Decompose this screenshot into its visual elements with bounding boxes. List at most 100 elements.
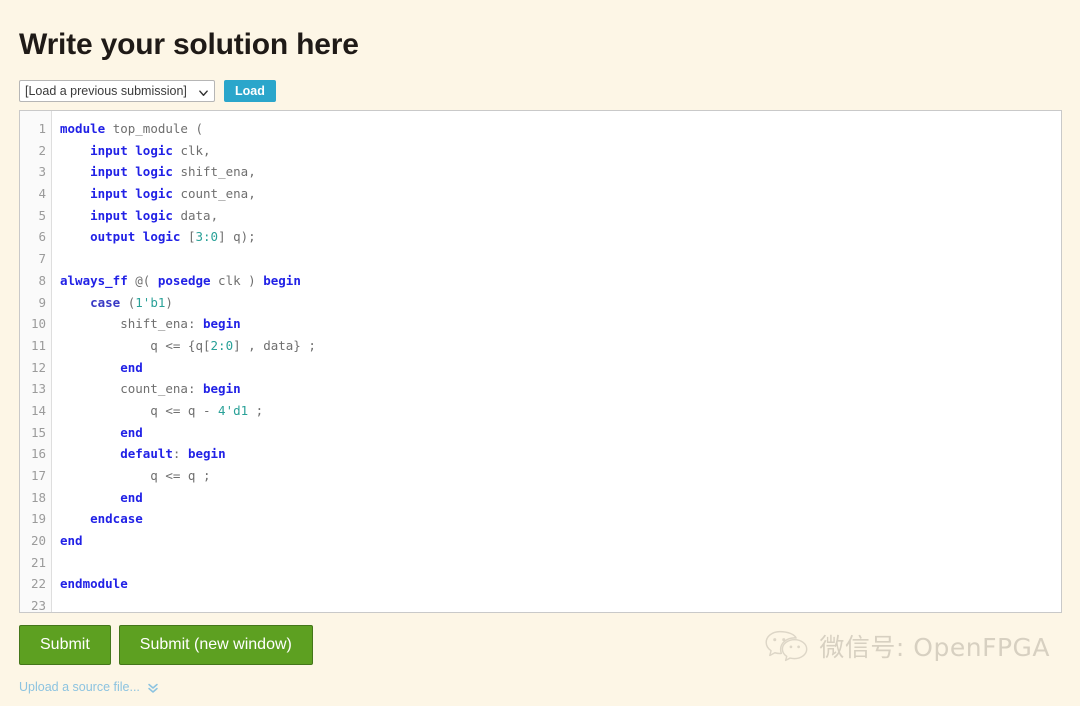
code-line: module top_module (: [60, 118, 1061, 140]
line-number: 2: [20, 140, 51, 162]
code-token: clk ): [211, 273, 264, 288]
code-token: ,: [211, 208, 219, 223]
code-token: ] q);: [218, 229, 256, 244]
upload-source-file-link[interactable]: Upload a source file...: [19, 680, 140, 694]
line-number: 3: [20, 161, 51, 183]
code-token: begin: [203, 381, 241, 396]
line-number: 10: [20, 313, 51, 335]
line-number: 12: [20, 357, 51, 379]
page-title: Write your solution here: [19, 26, 359, 64]
double-chevron-down-icon[interactable]: [147, 681, 159, 693]
submit-new-window-button[interactable]: Submit (new window): [119, 625, 313, 665]
load-button[interactable]: Load: [224, 80, 276, 102]
code-token: ] , data} ;: [233, 338, 316, 353]
code-line: q <= q - 4'd1 ;: [60, 400, 1061, 422]
line-number: 18: [20, 487, 51, 509]
editor-gutter: 1234567891011121314151617181920212223: [20, 111, 52, 612]
code-token: :: [173, 446, 188, 461]
chevron-down-icon: [199, 87, 208, 96]
code-line: end: [60, 487, 1061, 509]
code-token: 4'd1: [218, 403, 248, 418]
code-token: shift_ena: [60, 316, 188, 331]
code-token: ;: [248, 403, 263, 418]
code-editor[interactable]: 1234567891011121314151617181920212223 mo…: [19, 110, 1062, 613]
code-token: :: [188, 316, 203, 331]
code-line: [60, 595, 1061, 612]
code-token: [60, 143, 90, 158]
line-number: 16: [20, 443, 51, 465]
code-token: logic: [135, 186, 173, 201]
line-number: 15: [20, 422, 51, 444]
code-token: case: [90, 295, 120, 310]
line-number: 8: [20, 270, 51, 292]
previous-submission-selected-value: [Load a previous submission]: [25, 84, 187, 98]
line-number: 5: [20, 205, 51, 227]
code-line: q <= q ;: [60, 465, 1061, 487]
code-line: input logic shift_ena,: [60, 161, 1061, 183]
code-token: endcase: [90, 511, 143, 526]
code-line: shift_ena: begin: [60, 313, 1061, 335]
code-token: always_ff: [60, 273, 128, 288]
code-token: 2:0: [211, 338, 234, 353]
code-token: q <= {q[: [60, 338, 211, 353]
line-number: 22: [20, 573, 51, 595]
code-token: [60, 490, 120, 505]
code-line: always_ff @( posedge clk ) begin: [60, 270, 1061, 292]
code-token: input: [90, 186, 128, 201]
code-line: count_ena: begin: [60, 378, 1061, 400]
previous-submission-select[interactable]: [Load a previous submission]: [19, 80, 215, 102]
code-token: [60, 164, 90, 179]
line-number: 23: [20, 595, 51, 613]
code-line: end: [60, 422, 1061, 444]
line-number: 19: [20, 508, 51, 530]
code-token: [60, 208, 90, 223]
line-number: 7: [20, 248, 51, 270]
code-token: q <= q -: [60, 403, 218, 418]
code-token: count_ena: [180, 186, 248, 201]
code-token: top_module: [113, 121, 188, 136]
line-number: 20: [20, 530, 51, 552]
code-token: posedge: [158, 273, 211, 288]
code-token: [105, 121, 113, 136]
code-token: input: [90, 143, 128, 158]
submit-button[interactable]: Submit: [19, 625, 111, 665]
editor-code-area[interactable]: module top_module ( input logic clk, inp…: [52, 111, 1061, 612]
code-token: [60, 295, 90, 310]
code-token: 1'b1: [135, 295, 165, 310]
code-token: ,: [248, 164, 256, 179]
code-line: endcase: [60, 508, 1061, 530]
line-number: 13: [20, 378, 51, 400]
code-line: endmodule: [60, 573, 1061, 595]
code-token: :: [188, 381, 203, 396]
code-token: module: [60, 121, 105, 136]
code-token: default: [120, 446, 173, 461]
code-line: output logic [3:0] q);: [60, 226, 1061, 248]
upload-source-file-row: Upload a source file...: [19, 680, 159, 694]
code-token: ,: [248, 186, 256, 201]
submit-button-row: Submit Submit (new window): [19, 625, 313, 665]
code-token: shift_ena: [180, 164, 248, 179]
code-token: endmodule: [60, 576, 128, 591]
code-token: [60, 511, 90, 526]
line-number: 9: [20, 292, 51, 314]
code-token: end: [120, 425, 143, 440]
code-token: end: [120, 360, 143, 375]
code-line: input logic data,: [60, 205, 1061, 227]
code-line: input logic count_ena,: [60, 183, 1061, 205]
code-token: [60, 425, 120, 440]
code-token: (: [120, 295, 135, 310]
code-token: @(: [128, 273, 158, 288]
code-token: output: [90, 229, 135, 244]
code-token: [60, 229, 90, 244]
solution-editor-page: Write your solution here [Load a previou…: [0, 0, 1080, 706]
code-line: [60, 552, 1061, 574]
wechat-watermark: 微信号: OpenFPGA: [764, 628, 1050, 664]
code-token: end: [120, 490, 143, 505]
code-line: default: begin: [60, 443, 1061, 465]
code-token: data: [180, 208, 210, 223]
code-token: begin: [203, 316, 241, 331]
code-token: [: [180, 229, 195, 244]
code-line: [60, 248, 1061, 270]
code-token: begin: [188, 446, 226, 461]
line-number: 14: [20, 400, 51, 422]
